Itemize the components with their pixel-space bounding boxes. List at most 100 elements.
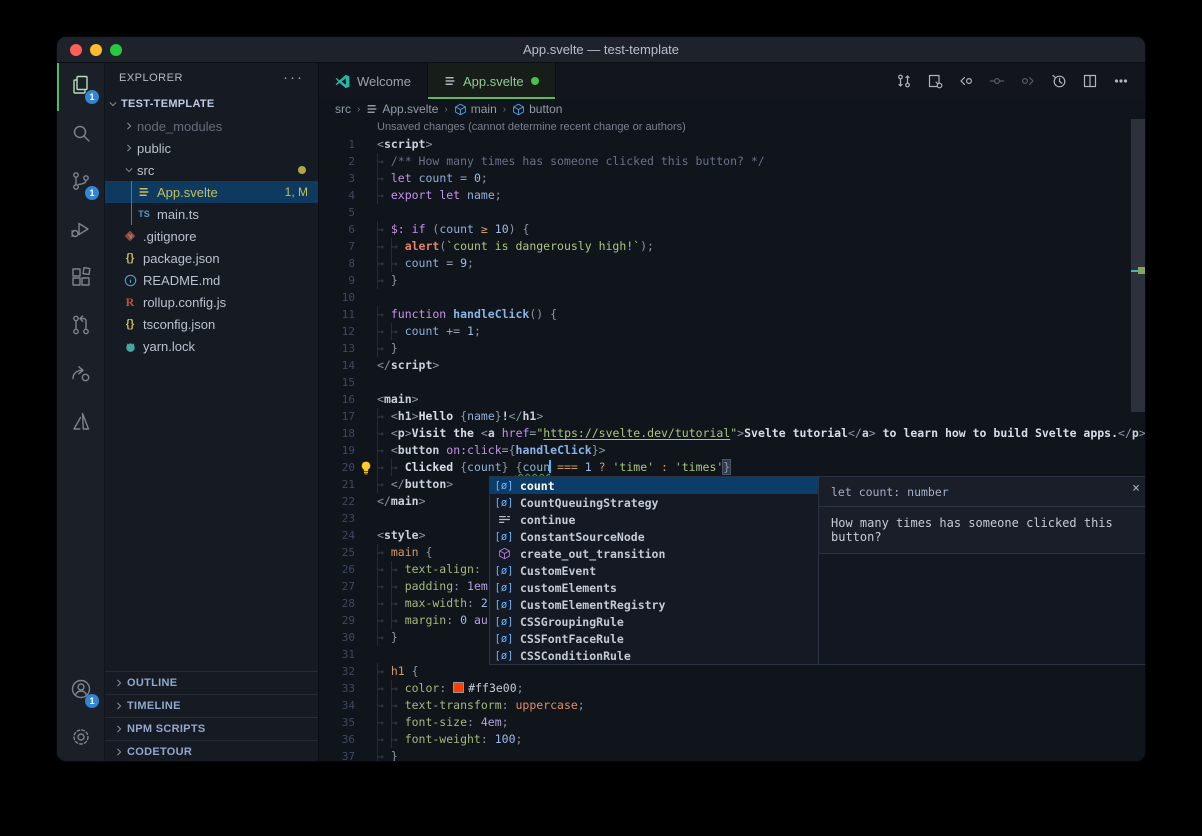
more-actions-icon[interactable] [1113, 73, 1129, 89]
breadcrumb-item-app-svelte[interactable]: App.svelte [366, 102, 438, 116]
zoom-button[interactable] [110, 44, 122, 56]
activity-item-source-control[interactable]: 1 [57, 159, 104, 207]
suggestion-item-cssconditionrule[interactable]: [ø]CSSConditionRule [490, 647, 818, 664]
split-editor-icon[interactable] [1082, 73, 1098, 89]
line-number: 26 [319, 561, 355, 578]
tree-item-rollup-config-js[interactable]: Rrollup.config.js [105, 291, 318, 313]
activity-item-accounts[interactable]: 1 [57, 667, 104, 715]
code-line-4[interactable]: 4→export let name; [319, 187, 1145, 204]
suggestion-item-count[interactable]: [ø]count [490, 477, 818, 494]
breadcrumb-label: App.svelte [382, 102, 438, 116]
info-file-icon [121, 274, 139, 287]
code-line-17[interactable]: 17→<h1>Hello {name}!</h1> [319, 408, 1145, 425]
section-npm-scripts[interactable]: NPM SCRIPTS [105, 717, 318, 740]
code-line-5[interactable]: 5 [319, 204, 1145, 221]
tree-item-public[interactable]: public [105, 137, 318, 159]
code-line-14[interactable]: 14</script> [319, 357, 1145, 374]
editor[interactable]: Unsaved changes (cannot determine recent… [319, 119, 1145, 762]
breadcrumb-item-button[interactable]: button [512, 102, 562, 116]
file-history-icon[interactable] [1051, 73, 1067, 89]
breadcrumb-item-main[interactable]: main [454, 102, 497, 116]
tree-indent-guide [131, 181, 132, 203]
open-changes-icon[interactable] [927, 73, 943, 89]
gutter [355, 408, 377, 425]
code-line-10[interactable]: 10 [319, 289, 1145, 306]
code-line-33[interactable]: 33→→color: #ff3e00; [319, 680, 1145, 697]
code-text: →$: if (count ≥ 10) { [377, 221, 529, 238]
activity-item-run-debug[interactable] [57, 207, 104, 255]
code-line-18[interactable]: 18→<p>Visit the <a href="https://svelte.… [319, 425, 1145, 442]
code-line-2[interactable]: 2→/** How many times has someone clicked… [319, 153, 1145, 170]
code-line-32[interactable]: 32→h1 { [319, 663, 1145, 680]
suggestion-item-cssfontfacerule[interactable]: [ø]CSSFontFaceRule [490, 630, 818, 647]
tree-item-node-modules[interactable]: node_modules [105, 115, 318, 137]
tree-item-tsconfig-json[interactable]: {}tsconfig.json [105, 313, 318, 335]
code-line-34[interactable]: 34→→text-transform: uppercase; [319, 697, 1145, 714]
code-line-15[interactable]: 15 [319, 374, 1145, 391]
tree-item-package-json[interactable]: {}package.json [105, 247, 318, 269]
suggestion-item-continue[interactable]: continue [490, 511, 818, 528]
suggestion-item-constantsourcenode[interactable]: [ø]ConstantSourceNode [490, 528, 818, 545]
close-icon[interactable]: × [1132, 481, 1140, 496]
activity-item-github-pull-requests[interactable] [57, 303, 104, 351]
code-line-3[interactable]: 3→let count = 0; [319, 170, 1145, 187]
previous-change-icon[interactable] [958, 73, 974, 89]
indent-guide: → [377, 629, 391, 646]
code-line-36[interactable]: 36→→font-weight: 100; [319, 731, 1145, 748]
activity-item-search[interactable] [57, 111, 104, 159]
activity-item-extensions[interactable] [57, 255, 104, 303]
tree-item-yarn-lock[interactable]: yarn.lock [105, 335, 318, 357]
section-outline[interactable]: OUTLINE [105, 671, 318, 694]
more-actions-icon[interactable]: ··· [283, 73, 304, 83]
gutter [355, 629, 377, 646]
code-line-1[interactable]: 1<script> [319, 136, 1145, 153]
compare-changes-icon[interactable] [896, 73, 912, 89]
code-text: </script> [377, 357, 439, 374]
suggestion-item-customelements[interactable]: [ø]customElements [490, 579, 818, 596]
tree-item-main-ts[interactable]: TSmain.ts [105, 203, 318, 225]
code-line-37[interactable]: 37→} [319, 748, 1145, 762]
suggestion-item-countqueuingstrategy[interactable]: [ø]CountQueuingStrategy [490, 494, 818, 511]
file-name: yarn.lock [143, 339, 195, 354]
code-line-13[interactable]: 13→} [319, 340, 1145, 357]
chevron-right-icon [121, 121, 137, 131]
code-line-16[interactable]: 16<main> [319, 391, 1145, 408]
code-line-6[interactable]: 6→$: if (count ≥ 10) { [319, 221, 1145, 238]
code-line-12[interactable]: 12→→count += 1; [319, 323, 1145, 340]
tree-item--gitignore[interactable]: .gitignore [105, 225, 318, 247]
code-line-9[interactable]: 9→} [319, 272, 1145, 289]
modified-dot[interactable] [531, 77, 539, 85]
code-line-35[interactable]: 35→→font-size: 4em; [319, 714, 1145, 731]
code-line-8[interactable]: 8→→count = 9; [319, 255, 1145, 272]
close-button[interactable] [70, 44, 82, 56]
activity-item-live-share[interactable] [57, 351, 104, 399]
activity-item-azure[interactable] [57, 399, 104, 447]
suggestion-item-customelementregistry[interactable]: [ø]CustomElementRegistry [490, 596, 818, 613]
tree-item-readme-md[interactable]: README.md [105, 269, 318, 291]
tree-item-app-svelte[interactable]: App.svelte1, M [105, 181, 318, 203]
suggestion-item-cssgroupingrule[interactable]: [ø]CSSGroupingRule [490, 613, 818, 630]
titlebar[interactable]: App.svelte — test-template [57, 37, 1145, 63]
tab-welcome[interactable]: Welcome [319, 63, 428, 99]
code-line-19[interactable]: 19→<button on:click={handleClick}> [319, 442, 1145, 459]
section-codetour[interactable]: CODETOUR [105, 740, 318, 762]
tab-app-svelte[interactable]: App.svelte [428, 63, 556, 99]
code-line-20[interactable]: 20→→Clicked {count} {coun === 1 ? 'time'… [319, 459, 1145, 476]
code-line-11[interactable]: 11→function handleClick() { [319, 306, 1145, 323]
suggestion-item-customevent[interactable]: [ø]CustomEvent [490, 562, 818, 579]
lightbulb-icon[interactable] [355, 459, 377, 476]
indent-guide: → [377, 748, 391, 762]
scrollbar-thumb[interactable] [1131, 119, 1145, 412]
tree-root[interactable]: TEST-TEMPLATE [105, 93, 318, 115]
activity-item-explorer[interactable]: 1 [57, 63, 104, 111]
code-line-7[interactable]: 7→→alert(`count is dangerously high!`); [319, 238, 1145, 255]
tree-item-src[interactable]: src [105, 159, 318, 181]
section-timeline[interactable]: TIMELINE [105, 694, 318, 717]
file-name: package.json [143, 251, 220, 266]
rollup-file-icon: R [121, 295, 139, 310]
activity-item-settings[interactable] [57, 715, 104, 762]
indent-guide: → [377, 340, 391, 357]
breadcrumb-item-src[interactable]: src [335, 102, 351, 116]
minimize-button[interactable] [90, 44, 102, 56]
suggestion-item-create_out_transition[interactable]: create_out_transition [490, 545, 818, 562]
